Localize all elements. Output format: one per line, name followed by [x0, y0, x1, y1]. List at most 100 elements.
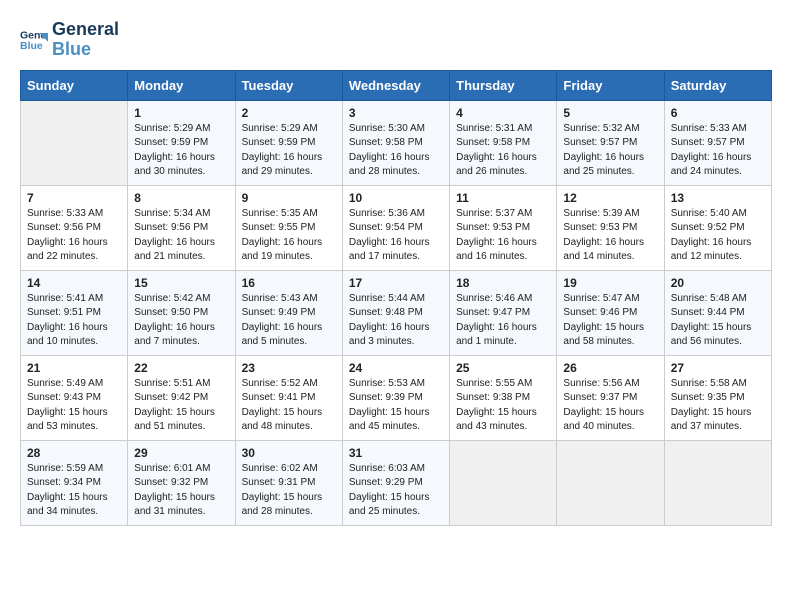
week-row-3: 14 Sunrise: 5:41 AM Sunset: 9:51 PM Dayli… [21, 270, 772, 355]
day-cell: 16 Sunrise: 5:43 AM Sunset: 9:49 PM Dayli… [235, 270, 342, 355]
day-info: Sunrise: 5:29 AM Sunset: 9:59 PM Dayligh… [134, 122, 228, 180]
day-number: 11 [456, 191, 550, 205]
day-info: Sunrise: 5:43 AM Sunset: 9:49 PM Dayligh… [242, 292, 336, 350]
header-cell-sunday: Sunday [21, 70, 128, 100]
week-row-5: 28 Sunrise: 5:59 AM Sunset: 9:34 PM Dayli… [21, 440, 772, 525]
day-number: 22 [134, 361, 228, 375]
day-info: Sunrise: 5:29 AM Sunset: 9:59 PM Dayligh… [242, 122, 336, 180]
day-info: Sunrise: 5:51 AM Sunset: 9:42 PM Dayligh… [134, 377, 228, 435]
day-info: Sunrise: 5:55 AM Sunset: 9:38 PM Dayligh… [456, 377, 550, 435]
day-cell: 6 Sunrise: 5:33 AM Sunset: 9:57 PM Daylig… [664, 100, 771, 185]
day-number: 7 [27, 191, 121, 205]
calendar-table: SundayMondayTuesdayWednesdayThursdayFrid… [20, 70, 772, 526]
day-cell: 13 Sunrise: 5:40 AM Sunset: 9:52 PM Dayli… [664, 185, 771, 270]
day-info: Sunrise: 5:47 AM Sunset: 9:46 PM Dayligh… [563, 292, 657, 350]
day-info: Sunrise: 5:42 AM Sunset: 9:50 PM Dayligh… [134, 292, 228, 350]
day-number: 5 [563, 106, 657, 120]
day-cell: 21 Sunrise: 5:49 AM Sunset: 9:43 PM Dayli… [21, 355, 128, 440]
day-number: 19 [563, 276, 657, 290]
day-cell [664, 440, 771, 525]
day-info: Sunrise: 5:41 AM Sunset: 9:51 PM Dayligh… [27, 292, 121, 350]
day-cell: 12 Sunrise: 5:39 AM Sunset: 9:53 PM Dayli… [557, 185, 664, 270]
day-info: Sunrise: 5:59 AM Sunset: 9:34 PM Dayligh… [27, 462, 121, 520]
day-info: Sunrise: 5:37 AM Sunset: 9:53 PM Dayligh… [456, 207, 550, 265]
day-info: Sunrise: 5:34 AM Sunset: 9:56 PM Dayligh… [134, 207, 228, 265]
day-number: 14 [27, 276, 121, 290]
day-info: Sunrise: 5:31 AM Sunset: 9:58 PM Dayligh… [456, 122, 550, 180]
day-number: 10 [349, 191, 443, 205]
day-info: Sunrise: 5:32 AM Sunset: 9:57 PM Dayligh… [563, 122, 657, 180]
day-cell: 17 Sunrise: 5:44 AM Sunset: 9:48 PM Dayli… [342, 270, 449, 355]
day-number: 9 [242, 191, 336, 205]
day-number: 4 [456, 106, 550, 120]
page-header: General Blue General Blue [20, 20, 772, 60]
day-number: 8 [134, 191, 228, 205]
day-cell: 9 Sunrise: 5:35 AM Sunset: 9:55 PM Daylig… [235, 185, 342, 270]
day-number: 21 [27, 361, 121, 375]
day-number: 24 [349, 361, 443, 375]
day-cell: 14 Sunrise: 5:41 AM Sunset: 9:51 PM Dayli… [21, 270, 128, 355]
day-cell: 25 Sunrise: 5:55 AM Sunset: 9:38 PM Dayli… [450, 355, 557, 440]
day-number: 27 [671, 361, 765, 375]
day-info: Sunrise: 5:56 AM Sunset: 9:37 PM Dayligh… [563, 377, 657, 435]
day-info: Sunrise: 5:40 AM Sunset: 9:52 PM Dayligh… [671, 207, 765, 265]
logo-icon: General Blue [20, 26, 48, 54]
day-info: Sunrise: 6:03 AM Sunset: 9:29 PM Dayligh… [349, 462, 443, 520]
logo: General Blue General Blue [20, 20, 119, 60]
header-cell-friday: Friday [557, 70, 664, 100]
day-cell: 5 Sunrise: 5:32 AM Sunset: 9:57 PM Daylig… [557, 100, 664, 185]
day-number: 6 [671, 106, 765, 120]
day-cell: 7 Sunrise: 5:33 AM Sunset: 9:56 PM Daylig… [21, 185, 128, 270]
day-number: 26 [563, 361, 657, 375]
day-cell: 8 Sunrise: 5:34 AM Sunset: 9:56 PM Daylig… [128, 185, 235, 270]
header-cell-saturday: Saturday [664, 70, 771, 100]
day-info: Sunrise: 6:01 AM Sunset: 9:32 PM Dayligh… [134, 462, 228, 520]
day-number: 17 [349, 276, 443, 290]
header-cell-monday: Monday [128, 70, 235, 100]
day-number: 23 [242, 361, 336, 375]
day-cell: 24 Sunrise: 5:53 AM Sunset: 9:39 PM Dayli… [342, 355, 449, 440]
day-info: Sunrise: 5:33 AM Sunset: 9:57 PM Dayligh… [671, 122, 765, 180]
day-cell: 10 Sunrise: 5:36 AM Sunset: 9:54 PM Dayli… [342, 185, 449, 270]
day-cell: 30 Sunrise: 6:02 AM Sunset: 9:31 PM Dayli… [235, 440, 342, 525]
week-row-2: 7 Sunrise: 5:33 AM Sunset: 9:56 PM Daylig… [21, 185, 772, 270]
day-info: Sunrise: 5:44 AM Sunset: 9:48 PM Dayligh… [349, 292, 443, 350]
day-number: 25 [456, 361, 550, 375]
day-cell: 31 Sunrise: 6:03 AM Sunset: 9:29 PM Dayli… [342, 440, 449, 525]
day-cell: 20Sunrise: 5:48 AM Sunset: 9:44 PM Dayli… [664, 270, 771, 355]
day-number: 15 [134, 276, 228, 290]
day-cell [557, 440, 664, 525]
header-row: SundayMondayTuesdayWednesdayThursdayFrid… [21, 70, 772, 100]
day-info: Sunrise: 5:35 AM Sunset: 9:55 PM Dayligh… [242, 207, 336, 265]
day-cell: 28 Sunrise: 5:59 AM Sunset: 9:34 PM Dayli… [21, 440, 128, 525]
day-cell [450, 440, 557, 525]
day-number: 1 [134, 106, 228, 120]
day-cell: 23Sunrise: 5:52 AM Sunset: 9:41 PM Dayli… [235, 355, 342, 440]
day-number: 12 [563, 191, 657, 205]
day-cell: 3 Sunrise: 5:30 AM Sunset: 9:58 PM Daylig… [342, 100, 449, 185]
day-cell: 18Sunrise: 5:46 AM Sunset: 9:47 PM Dayli… [450, 270, 557, 355]
week-row-4: 21 Sunrise: 5:49 AM Sunset: 9:43 PM Dayli… [21, 355, 772, 440]
day-number: 29 [134, 446, 228, 460]
day-info: Sunrise: 5:36 AM Sunset: 9:54 PM Dayligh… [349, 207, 443, 265]
day-number: 3 [349, 106, 443, 120]
day-info: Sunrise: 5:30 AM Sunset: 9:58 PM Dayligh… [349, 122, 443, 180]
day-cell: 22 Sunrise: 5:51 AM Sunset: 9:42 PM Dayli… [128, 355, 235, 440]
day-info: Sunrise: 5:53 AM Sunset: 9:39 PM Dayligh… [349, 377, 443, 435]
day-number: 28 [27, 446, 121, 460]
svg-text:Blue: Blue [20, 40, 43, 52]
day-info: Sunrise: 6:02 AM Sunset: 9:31 PM Dayligh… [242, 462, 336, 520]
day-number: 30 [242, 446, 336, 460]
day-number: 18 [456, 276, 550, 290]
day-info: Sunrise: 5:33 AM Sunset: 9:56 PM Dayligh… [27, 207, 121, 265]
day-number: 20 [671, 276, 765, 290]
day-info: Sunrise: 5:49 AM Sunset: 9:43 PM Dayligh… [27, 377, 121, 435]
day-info: Sunrise: 5:39 AM Sunset: 9:53 PM Dayligh… [563, 207, 657, 265]
day-cell: 4 Sunrise: 5:31 AM Sunset: 9:58 PM Daylig… [450, 100, 557, 185]
day-number: 31 [349, 446, 443, 460]
header-cell-tuesday: Tuesday [235, 70, 342, 100]
day-number: 13 [671, 191, 765, 205]
header-cell-thursday: Thursday [450, 70, 557, 100]
day-number: 16 [242, 276, 336, 290]
day-cell: 11 Sunrise: 5:37 AM Sunset: 9:53 PM Dayli… [450, 185, 557, 270]
